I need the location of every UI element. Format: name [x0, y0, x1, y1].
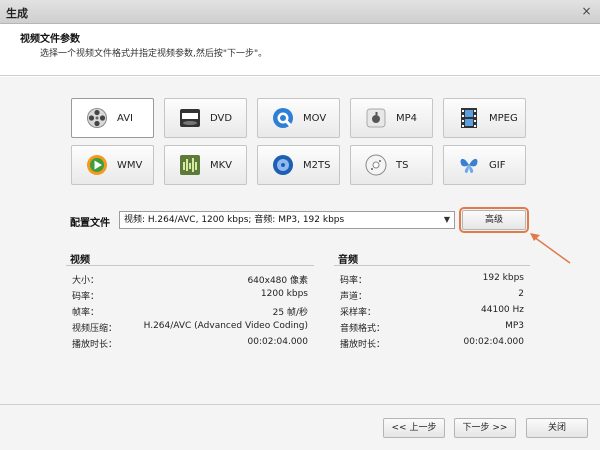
format-label: MPEG [489, 112, 518, 124]
divider [66, 265, 314, 266]
mkv-waveform-icon [180, 155, 200, 175]
row-key: 音频格式： [340, 324, 386, 334]
row-value: 00:02:04.000 [463, 337, 524, 347]
format-dvd-button[interactable]: DVD [164, 98, 247, 138]
row-value: 640x480 像素 [247, 276, 308, 286]
row-key: 码率： [340, 276, 368, 286]
row-value: MP3 [505, 321, 524, 331]
row-value: 44100 Hz [481, 305, 524, 315]
dvd-disc-icon [180, 109, 200, 127]
row-value: 1200 kbps [260, 289, 308, 299]
row-key: 大小： [72, 276, 100, 286]
pointer-arrow [530, 233, 571, 264]
format-label: WMV [117, 159, 143, 171]
format-label: DVD [210, 112, 233, 124]
format-mp4-button[interactable]: MP4 [350, 98, 433, 138]
close-icon[interactable]: × [579, 4, 594, 19]
row-value: 192 kbps [482, 273, 524, 283]
film-strip-icon [461, 108, 477, 128]
format-label: MKV [210, 159, 233, 171]
row-key: 帧率： [72, 308, 100, 318]
format-ts-button[interactable]: TS [350, 145, 433, 185]
row-value: 2 [518, 289, 524, 299]
window-title: 生成 [6, 7, 28, 20]
profile-dropdown[interactable]: 视频: H.264/AVC, 1200 kbps; 音频: MP3, 192 k… [119, 211, 455, 229]
format-label: TS [396, 159, 409, 171]
format-gif-button[interactable]: GIF [443, 145, 526, 185]
close-button[interactable]: 关闭 [526, 418, 588, 438]
row-key: 播放时长： [72, 340, 118, 350]
video-row-bitrate: 码率： 1200 kbps [72, 289, 308, 303]
format-mpeg-button[interactable]: MPEG [443, 98, 526, 138]
audio-row-samplerate: 采样率： 44100 Hz [340, 305, 524, 319]
format-m2ts-button[interactable]: M2TS [257, 145, 340, 185]
audio-row-bitrate: 码率： 192 kbps [340, 273, 524, 287]
audio-heading: 音频 [338, 255, 358, 266]
row-value: 00:02:04.000 [247, 337, 308, 347]
next-button[interactable]: 下一步 >> [454, 418, 516, 438]
title-bar: 生成 × [0, 0, 600, 24]
profile-value: 视频: H.264/AVC, 1200 kbps; 音频: MP3, 192 k… [124, 215, 345, 225]
row-key: 码率： [72, 292, 100, 302]
audio-row-format: 音频格式： MP3 [340, 321, 524, 335]
row-key: 视频压缩： [72, 324, 118, 334]
row-key: 播放时长： [340, 340, 386, 350]
main-panel: AVI DVD MOV MP4 MPEG WMV MKV M2TS TS GIF… [0, 77, 600, 450]
format-wmv-button[interactable]: WMV [71, 145, 154, 185]
format-mkv-button[interactable]: MKV [164, 145, 247, 185]
gif-butterfly-icon [460, 158, 478, 173]
format-mov-button[interactable]: MOV [257, 98, 340, 138]
video-row-size: 大小： 640x480 像素 [72, 273, 308, 287]
video-row-framerate: 帧率： 25 帧/秒 [72, 305, 308, 319]
row-value: H.264/AVC (Advanced Video Coding) [143, 321, 308, 331]
apple-device-icon [366, 108, 386, 128]
chevron-down-icon: ▼ [443, 215, 450, 224]
ts-disc-icon [365, 154, 387, 176]
video-heading: 视频 [70, 255, 90, 266]
footer-divider [0, 404, 600, 405]
page-title: 视频文件参数 [20, 34, 80, 45]
avi-film-reel-icon [87, 108, 107, 128]
format-label: MOV [303, 112, 327, 124]
row-key: 声道： [340, 292, 368, 302]
page-header: 视频文件参数 选择一个视频文件格式并指定视频参数,然后按"下一步"。 [0, 24, 600, 76]
row-key: 采样率： [340, 308, 377, 318]
divider [334, 265, 530, 266]
format-label: MP4 [396, 112, 418, 124]
video-row-codec: 视频压缩： H.264/AVC (Advanced Video Coding) [72, 321, 308, 335]
format-label: GIF [489, 159, 506, 171]
quicktime-icon [273, 108, 293, 128]
row-value: 25 帧/秒 [272, 308, 308, 318]
audio-row-channels: 声道： 2 [340, 289, 524, 303]
advanced-button[interactable]: 高级 [459, 207, 529, 233]
back-button[interactable]: << 上一步 [383, 418, 445, 438]
windows-media-icon [87, 155, 107, 175]
profile-label: 配置文件 [70, 218, 110, 229]
format-avi-button[interactable]: AVI [71, 98, 154, 138]
bluray-icon [273, 155, 293, 175]
video-row-duration: 播放时长： 00:02:04.000 [72, 337, 308, 351]
audio-row-duration: 播放时长： 00:02:04.000 [340, 337, 524, 351]
format-label: AVI [117, 112, 133, 124]
page-subtitle: 选择一个视频文件格式并指定视频参数,然后按"下一步"。 [40, 49, 268, 59]
format-label: M2TS [303, 159, 331, 171]
